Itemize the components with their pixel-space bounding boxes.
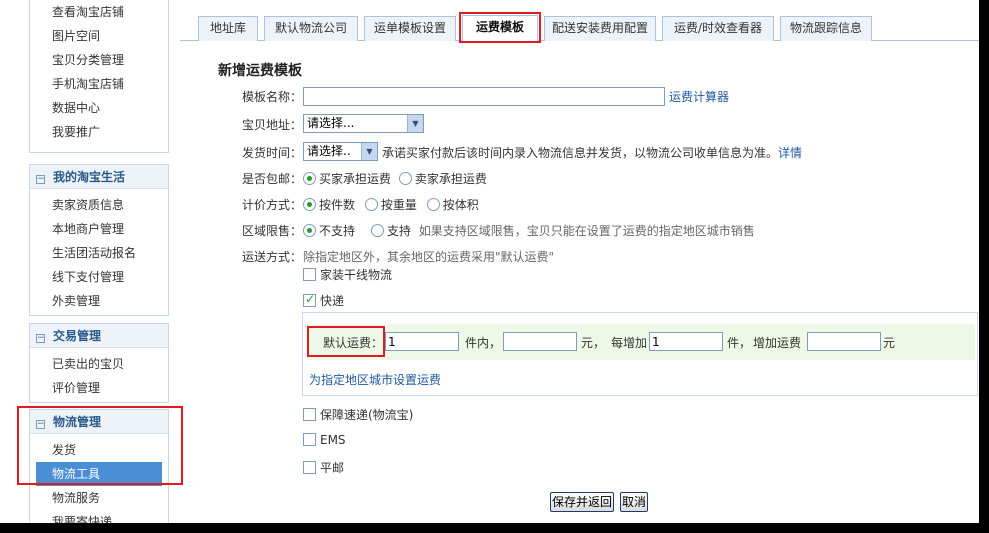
template-name-input[interactable] bbox=[303, 87, 665, 106]
save-return-button[interactable]: 保存并返回 bbox=[550, 492, 614, 512]
ship-time-value: 请选择.. bbox=[307, 144, 351, 158]
method-express[interactable]: 快递 bbox=[303, 292, 344, 309]
add-qty-input[interactable] bbox=[649, 332, 723, 351]
default-fee-row: 默认运费： 件内， 元， 每增加 件， 增加运费 元 bbox=[307, 324, 975, 360]
ship-time-detail-link[interactable]: 详情 bbox=[778, 146, 802, 160]
method-ems-label: EMS bbox=[320, 433, 346, 447]
first-unit-label: 件内， bbox=[465, 336, 502, 350]
radio-buyer-pays-label: 买家承担运费 bbox=[319, 172, 392, 186]
radio-seller-pays[interactable] bbox=[398, 172, 412, 185]
highlight-box-sidebar bbox=[17, 406, 183, 485]
shipping-methods-label: 运送方式： bbox=[242, 250, 303, 264]
region-label: 区域限售： bbox=[242, 224, 303, 238]
add-fee-unit-label: 元 bbox=[883, 336, 896, 350]
city-fee-link[interactable]: 为指定地区城市设置运费 bbox=[309, 371, 441, 388]
ship-time-select[interactable]: 请选择.. ▼ bbox=[303, 142, 378, 161]
first-qty-input[interactable] bbox=[385, 332, 459, 351]
method-express-label: 快递 bbox=[320, 294, 345, 308]
item-address-label: 宝贝地址： bbox=[242, 118, 303, 132]
template-name-label: 模板名称： bbox=[242, 90, 303, 104]
checkbox-guaranteed[interactable] bbox=[303, 408, 316, 421]
page-title: 新增运费模板 bbox=[218, 63, 302, 79]
item-address-value: 请选择... bbox=[307, 116, 355, 130]
method-ems[interactable]: EMS bbox=[303, 433, 346, 447]
ship-time-note: 承诺买家付款后该时间内录入物流信息并发货，以物流公司收单信息为准。详情 bbox=[382, 144, 802, 161]
radio-by-volume[interactable] bbox=[426, 198, 440, 211]
radio-region-no[interactable] bbox=[303, 224, 316, 237]
app-frame: 查看淘宝店铺 图片空间 宝贝分类管理 手机淘宝店铺 数据中心 我要推广 − 我的淘… bbox=[0, 0, 979, 523]
radio-by-weight[interactable] bbox=[364, 198, 378, 211]
add-fee-label: 增加运费 bbox=[753, 336, 802, 350]
checkbox-surface-mail[interactable] bbox=[303, 461, 316, 474]
radio-region-yes[interactable] bbox=[370, 224, 384, 237]
radio-region-yes-label: 支持 bbox=[386, 224, 411, 238]
method-home-logistics-label: 家装干线物流 bbox=[320, 268, 393, 282]
highlight-box-tab bbox=[459, 12, 541, 43]
radio-buyer-pays[interactable] bbox=[303, 172, 316, 185]
checkbox-home-logistics[interactable] bbox=[303, 268, 316, 281]
freight-calculator-link[interactable]: 运费计算器 bbox=[669, 88, 729, 105]
ship-time-label: 发货时间： bbox=[242, 146, 303, 160]
radio-by-piece-label: 按件数 bbox=[319, 198, 356, 212]
highlight-box-default-fee bbox=[307, 326, 385, 357]
method-guaranteed[interactable]: 保障速递(物流宝) bbox=[303, 406, 413, 423]
express-fee-panel: 默认运费： 件内， 元， 每增加 件， 增加运费 元 为指定地区城市设置运费 bbox=[302, 312, 978, 396]
cancel-button[interactable]: 取消 bbox=[620, 492, 648, 512]
add-fee-input[interactable] bbox=[807, 332, 881, 351]
fee-unit-label: 元， bbox=[581, 336, 606, 350]
radio-seller-pays-label: 卖家承担运费 bbox=[414, 172, 487, 186]
free-shipping-options: 买家承担运费 卖家承担运费 bbox=[303, 170, 487, 187]
each-add-label: 每增加 bbox=[611, 336, 648, 350]
radio-by-piece[interactable] bbox=[303, 198, 316, 211]
method-surface-mail-label: 平邮 bbox=[320, 461, 345, 475]
region-options: 不支持 支持 如果支持区域限售，宝贝只能在设置了运费的指定地区城市销售 bbox=[303, 222, 755, 239]
radio-by-weight-label: 按重量 bbox=[380, 198, 417, 212]
method-surface-mail[interactable]: 平邮 bbox=[303, 459, 344, 476]
region-note: 如果支持区域限售，宝贝只能在设置了运费的指定地区城市销售 bbox=[418, 224, 755, 238]
radio-region-no-label: 不支持 bbox=[319, 224, 356, 238]
first-fee-input[interactable] bbox=[503, 332, 577, 351]
method-home-logistics[interactable]: 家装干线物流 bbox=[303, 266, 392, 283]
item-address-select[interactable]: 请选择... ▼ bbox=[303, 114, 424, 133]
chevron-down-icon: ▼ bbox=[361, 143, 377, 160]
pricing-label: 计价方式： bbox=[242, 198, 303, 212]
shipping-methods-note: 除指定地区外，其余地区的运费采用"默认运费" bbox=[303, 250, 555, 264]
chevron-down-icon: ▼ bbox=[407, 115, 423, 132]
radio-by-volume-label: 按体积 bbox=[442, 198, 479, 212]
checkbox-ems[interactable] bbox=[303, 433, 316, 446]
add-unit-label: 件， bbox=[727, 336, 752, 350]
free-shipping-label: 是否包邮： bbox=[242, 172, 303, 186]
ship-time-note-text: 承诺买家付款后该时间内录入物流信息并发货，以物流公司收单信息为准。 bbox=[382, 146, 779, 160]
method-guaranteed-label: 保障速递(物流宝) bbox=[320, 408, 414, 422]
checkbox-express[interactable] bbox=[303, 292, 316, 307]
pricing-options: 按件数 按重量 按体积 bbox=[303, 196, 479, 213]
